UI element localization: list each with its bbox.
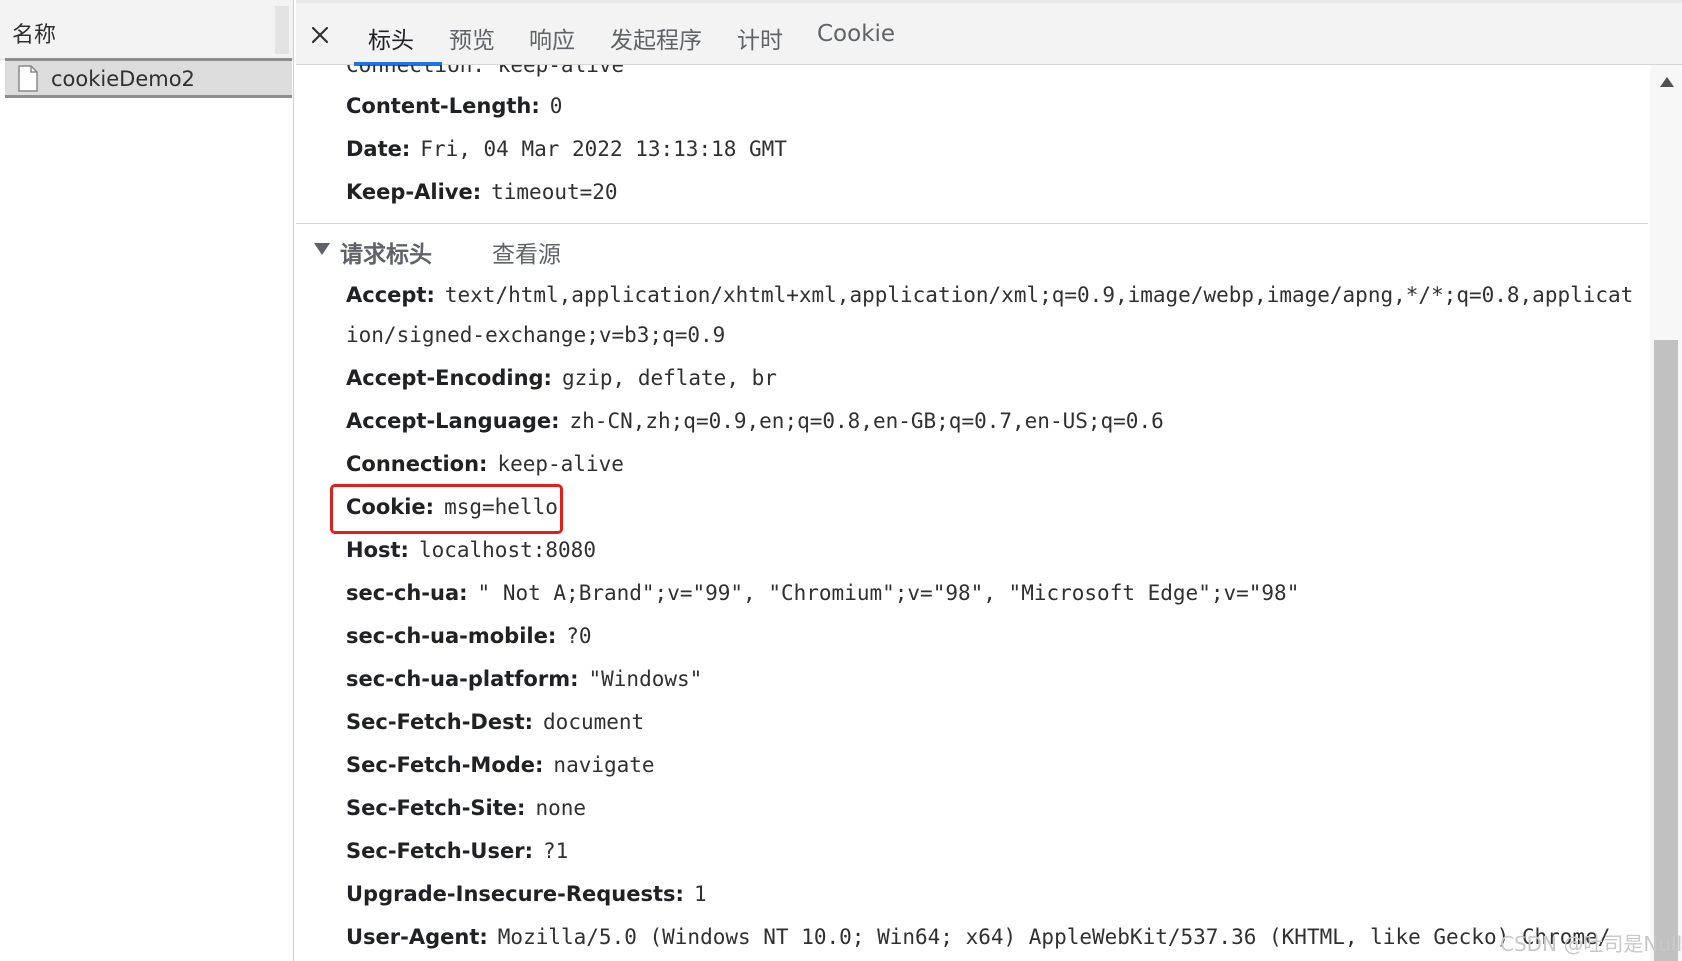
header-key: User-Agent:: [346, 925, 488, 949]
close-icon[interactable]: [308, 23, 332, 47]
header-value: "Windows": [588, 667, 703, 691]
tab-initiator[interactable]: 发起程序: [610, 21, 702, 55]
header-value: gzip, deflate, br: [561, 366, 777, 390]
header-key: Keep-Alive:: [346, 180, 482, 204]
response-header-row: Content-Length: 0: [346, 94, 562, 118]
request-headers-title[interactable]: 请求标头: [340, 235, 432, 269]
header-value: Mozilla/5.0 (Windows NT 10.0; Win64; x64…: [497, 925, 1611, 949]
expand-triangle-icon[interactable]: [314, 243, 330, 255]
request-details-panel: 标头 预览 响应 发起程序 计时 Cookie Connection: keep…: [296, 0, 1682, 961]
request-name: cookieDemo2: [51, 67, 195, 91]
headers-content: Connection: keep-alive Content-Length: 0 …: [296, 65, 1648, 961]
request-header-row: Sec-Fetch-Mode: navigate: [346, 753, 655, 777]
header-value: document: [543, 710, 645, 734]
request-header-row: Sec-Fetch-User: ?1: [346, 839, 568, 863]
tab-response[interactable]: 响应: [529, 21, 575, 55]
header-value: localhost:8080: [418, 538, 596, 562]
header-key: Date:: [346, 137, 411, 161]
header-value: 1: [693, 882, 707, 906]
header-value: none: [535, 796, 587, 820]
request-header-row: Accept-Language: zh-CN,zh;q=0.9,en;q=0.8,…: [346, 409, 1164, 433]
header-value: zh-CN,zh;q=0.9,en;q=0.8,en-GB;q=0.7,en-U…: [569, 409, 1164, 433]
name-column-label: 名称: [12, 23, 57, 48]
header-value: text/html,application/xhtml+xml,applicat…: [444, 283, 1634, 307]
header-value: Fri, 04 Mar 2022 13:13:18 GMT: [420, 137, 787, 161]
request-header-row: Sec-Fetch-Site: none: [346, 796, 586, 820]
request-header-row: Accept-Encoding: gzip, deflate, br: [346, 366, 777, 390]
header-key: Content-Length:: [346, 94, 540, 118]
header-key: Upgrade-Insecure-Requests:: [346, 882, 684, 906]
header-value: ?1: [542, 839, 569, 863]
response-header-row: Date: Fri, 04 Mar 2022 13:13:18 GMT: [346, 137, 787, 161]
details-tab-bar: 标头 预览 响应 发起程序 计时 Cookie: [296, 0, 1682, 66]
watermark: CSDN @吐司是Null: [1500, 932, 1682, 956]
header-value: " Not A;Brand";v="99", "Chromium";v="98"…: [477, 581, 1300, 605]
name-column-header[interactable]: 名称: [0, 0, 293, 60]
tab-cookies[interactable]: Cookie: [817, 21, 895, 47]
tab-timing[interactable]: 计时: [737, 21, 783, 55]
view-source-link[interactable]: 查看源: [492, 235, 561, 269]
request-header-row: Upgrade-Insecure-Requests: 1: [346, 882, 707, 906]
tab-preview[interactable]: 预览: [449, 21, 495, 55]
header-key: Accept:: [346, 283, 435, 307]
request-header-row: Accept: text/html,application/xhtml+xml,a…: [346, 283, 1633, 307]
tab-headers[interactable]: 标头: [368, 21, 414, 55]
request-header-row: sec-ch-ua-mobile: ?0: [346, 624, 592, 648]
cookie-highlight-box: [330, 484, 563, 534]
header-key: Accept-Encoding:: [346, 366, 552, 390]
request-header-row: Host: localhost:8080: [346, 538, 596, 562]
response-header-row: Keep-Alive: timeout=20: [346, 180, 618, 204]
header-value: keep-alive: [497, 452, 624, 476]
header-value-continuation: ion/signed-exchange;v=b3;q=0.9: [346, 323, 726, 347]
scroll-up-arrow-icon[interactable]: [1660, 77, 1674, 87]
header-key: Sec-Fetch-Site:: [346, 796, 526, 820]
header-key: sec-ch-ua:: [346, 581, 468, 605]
header-key: Sec-Fetch-Mode:: [346, 753, 544, 777]
header-value: 0: [549, 94, 563, 118]
header-key: Host:: [346, 538, 409, 562]
request-header-row: User-Agent: Mozilla/5.0 (Windows NT 10.0;…: [346, 925, 1610, 949]
document-icon: [18, 65, 38, 92]
scrollbar-thumb[interactable]: [1654, 340, 1678, 961]
header-key: Accept-Language:: [346, 409, 560, 433]
vertical-scrollbar[interactable]: [1650, 65, 1682, 961]
request-header-row: sec-ch-ua: " Not A;Brand";v="99", "Chromi…: [346, 581, 1299, 605]
request-row-selected[interactable]: cookieDemo2: [5, 58, 292, 98]
header-key: sec-ch-ua-platform:: [346, 667, 579, 691]
header-key: Sec-Fetch-Dest:: [346, 710, 534, 734]
header-value: navigate: [553, 753, 655, 777]
header-key: sec-ch-ua-mobile:: [346, 624, 557, 648]
request-header-row: Connection: keep-alive: [346, 452, 624, 476]
section-divider: [296, 223, 1648, 224]
request-list-panel: 名称 cookieDemo2: [0, 0, 294, 961]
request-header-row: sec-ch-ua-platform: "Windows": [346, 667, 702, 691]
header-value: ?0: [566, 624, 592, 648]
header-key: Sec-Fetch-User:: [346, 839, 533, 863]
clipped-header-line: Connection: keep-alive: [346, 65, 625, 77]
column-resize-handle[interactable]: [275, 6, 289, 54]
header-value: timeout=20: [491, 180, 618, 204]
request-header-row: Sec-Fetch-Dest: document: [346, 710, 644, 734]
header-key: Connection:: [346, 452, 488, 476]
